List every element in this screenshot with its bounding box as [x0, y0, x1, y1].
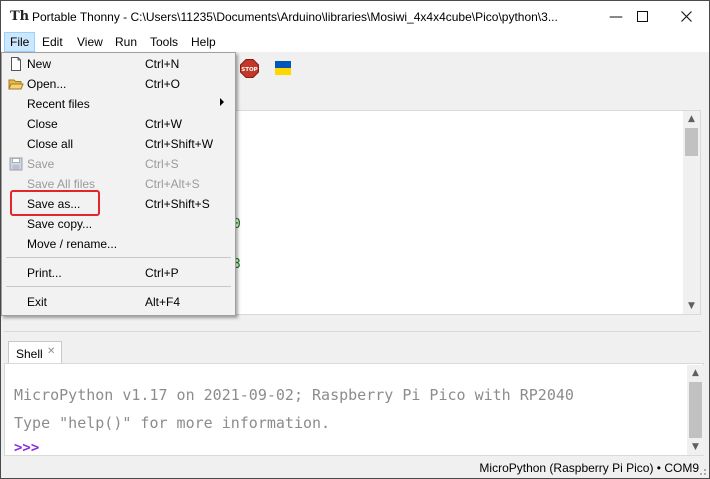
menu-item-open[interactable]: Open... Ctrl+O	[4, 74, 233, 94]
menu-bar: File Edit View Run Tools Help	[1, 32, 709, 52]
scroll-thumb[interactable]	[685, 128, 698, 156]
menu-item-exit[interactable]: Exit Alt+F4	[4, 292, 233, 312]
menu-item-shortcut: Ctrl+N	[145, 57, 180, 71]
shell-output-line: Type "help()" for more information.	[14, 414, 331, 432]
menu-item-shortcut: Ctrl+W	[145, 117, 182, 131]
menu-item-label: Open...	[27, 77, 67, 91]
menu-item-recent-files[interactable]: Recent files	[4, 94, 233, 114]
file-menu-dropdown: New Ctrl+N Open... Ctrl+O Recent files C…	[1, 52, 236, 316]
menu-item-save-copy[interactable]: Save copy...	[4, 214, 233, 234]
menu-item-shortcut: Ctrl+Alt+S	[145, 177, 200, 191]
menu-separator	[6, 257, 231, 258]
menu-item-move-rename[interactable]: Move / rename...	[4, 234, 233, 254]
open-folder-icon	[8, 79, 24, 90]
close-icon	[680, 11, 692, 22]
menu-run[interactable]: Run	[110, 32, 142, 52]
ukraine-flag-icon	[275, 61, 291, 75]
menu-item-label: Recent files	[27, 97, 90, 111]
status-bar: MicroPython (Raspberry Pi Pico) • COM9	[1, 457, 709, 478]
title-bar: Th Portable Thonny - C:\Users\11235\Docu…	[1, 1, 709, 32]
menu-view[interactable]: View	[72, 32, 108, 52]
stop-icon[interactable]: STOP	[240, 59, 259, 78]
menu-item-label: Print...	[27, 266, 62, 280]
menu-tools[interactable]: Tools	[145, 32, 183, 52]
menu-item-label: Save	[27, 157, 55, 171]
menu-item-shortcut: Ctrl+S	[145, 157, 179, 171]
resize-grip-icon[interactable]	[697, 466, 707, 476]
scroll-up-arrow-icon[interactable]: ▲	[683, 111, 700, 127]
tab-shell-label: Shell	[16, 347, 43, 361]
menu-item-save[interactable]: Save Ctrl+S	[4, 154, 233, 174]
menu-item-shortcut: Ctrl+O	[145, 77, 181, 91]
menu-edit[interactable]: Edit	[37, 32, 68, 52]
menu-item-shortcut: Alt+F4	[145, 295, 181, 309]
stop-icon-text: STOP	[241, 67, 257, 73]
menu-item-label: Close	[27, 117, 58, 131]
scroll-down-arrow-icon[interactable]: ▼	[683, 298, 700, 314]
menu-item-label: Save All files	[27, 177, 96, 191]
menu-item-shortcut: Ctrl+P	[145, 266, 179, 280]
submenu-arrow-icon	[220, 98, 224, 106]
new-file-icon	[11, 57, 21, 71]
scroll-up-arrow-icon[interactable]: ▲	[687, 365, 704, 381]
save-as-highlight-box	[10, 190, 100, 216]
menu-item-close[interactable]: Close Ctrl+W	[4, 114, 233, 134]
scroll-thumb[interactable]	[689, 382, 702, 438]
menu-separator	[6, 286, 231, 287]
thonny-app-icon: Th	[10, 9, 30, 24]
shell-panel[interactable]: MicroPython v1.17 on 2021-09-02; Raspber…	[4, 363, 704, 456]
scroll-down-arrow-icon[interactable]: ▼	[687, 439, 704, 455]
window-title: Portable Thonny - C:\Users\11235\Documen…	[32, 10, 558, 24]
menu-item-print[interactable]: Print... Ctrl+P	[4, 263, 233, 283]
shell-vertical-scrollbar[interactable]: ▲ ▼	[687, 365, 704, 455]
interpreter-status[interactable]: MicroPython (Raspberry Pi Pico) • COM9	[479, 461, 699, 475]
shell-output-line: MicroPython v1.17 on 2021-09-02; Raspber…	[14, 386, 574, 404]
menu-item-shortcut: Ctrl+Shift+W	[145, 137, 214, 151]
menu-help[interactable]: Help	[186, 32, 221, 52]
menu-file[interactable]: File	[4, 32, 36, 52]
menu-item-label: Close all	[27, 137, 74, 151]
menu-item-label: New	[27, 57, 52, 71]
save-icon	[9, 157, 23, 171]
tab-shell[interactable]: Shell ✕	[8, 341, 62, 364]
menu-item-new[interactable]: New Ctrl+N	[4, 54, 233, 74]
editor-vertical-scrollbar[interactable]: ▲ ▼	[683, 111, 700, 314]
menu-item-label: Exit	[27, 295, 48, 309]
close-button[interactable]	[663, 1, 709, 32]
maximize-icon	[636, 11, 648, 22]
menu-item-shortcut: Ctrl+Shift+S	[145, 197, 210, 211]
shell-prompt: >>>	[14, 440, 40, 456]
editor-horizontal-scrollbar[interactable]	[4, 315, 701, 332]
close-tab-icon[interactable]: ✕	[47, 346, 55, 357]
menu-item-label: Save copy...	[27, 217, 93, 231]
menu-item-close-all[interactable]: Close all Ctrl+Shift+W	[4, 134, 233, 154]
maximize-button[interactable]	[619, 1, 665, 32]
menu-item-label: Move / rename...	[27, 237, 118, 251]
